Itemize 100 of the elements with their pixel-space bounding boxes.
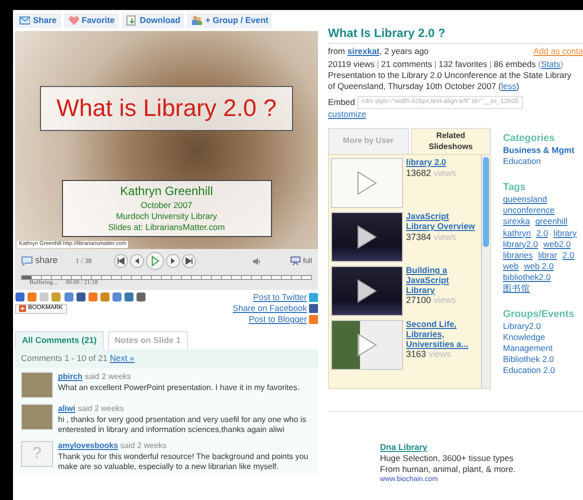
tag-link[interactable]: 2.0 (536, 228, 548, 239)
stat-text: 132 favorites (438, 58, 488, 69)
group-link[interactable]: Library2.0 (503, 320, 580, 332)
first-icon (114, 255, 127, 268)
stat-text: 20119 views (328, 58, 375, 69)
social-share-icon (100, 292, 110, 302)
views-label: views (434, 232, 456, 242)
tag-link[interactable]: 图书馆 (503, 282, 530, 294)
previous-button[interactable] (130, 254, 144, 268)
ad-title-link[interactable]: Dna Library (380, 442, 428, 452)
view-count: 37384 (406, 232, 432, 242)
speech-bubble-icon (21, 256, 33, 266)
download-icon (126, 15, 137, 26)
social-share-icon (112, 292, 122, 302)
slide-thumbnail[interactable] (331, 212, 403, 262)
comment-text: Thank you for this wonderful resource! The background and points you make are so valuable, especially to a new librarian like myself. (58, 452, 310, 473)
section-heading: Tags (503, 181, 527, 194)
view-count: 13682 (406, 168, 432, 178)
last-icon (183, 255, 196, 268)
slide-text: October 2007 (140, 200, 194, 211)
tag-link[interactable]: sirexka (503, 216, 530, 228)
category-link[interactable]: Business & Mgmt (503, 145, 580, 156)
group-link[interactable]: Knowledge Management (503, 332, 580, 354)
stats-link[interactable]: Stats (541, 58, 560, 69)
section-heading: Categories (503, 132, 556, 146)
share-link[interactable]: Post to Blogger (248, 314, 307, 326)
play-icon (356, 278, 378, 304)
slide-text: Slides at: LibrariansMatter.com (107, 222, 226, 233)
scrollbar[interactable] (481, 155, 490, 388)
social-share-icon (76, 292, 86, 302)
comments-summary: Comments 1 - 10 of 21 (21, 353, 108, 364)
slideshow-link[interactable]: JavaScript Library Overview (406, 212, 479, 232)
avatar-photo-placeholder (21, 404, 53, 430)
last-button[interactable] (182, 254, 196, 268)
slideshow-link[interactable]: Second Life, Libraries, Universities a... (406, 320, 479, 350)
author-line: from sirexkat, 2 years ago (328, 46, 429, 57)
slide-thumbnail[interactable] (331, 266, 403, 316)
comments-tab[interactable]: All Comments (21) (15, 331, 104, 350)
tag-link[interactable]: library (553, 228, 577, 239)
slide-text: Kathryn Greenhill (119, 184, 214, 200)
group-link[interactable]: Bibliothek 2.0 (503, 354, 580, 365)
tag-link[interactable]: 2.0 (562, 250, 574, 261)
slideshow-link[interactable]: library 2.0 (406, 158, 456, 168)
description: Presentation to the Library 2.0 Unconference at the State Library of Queensland, Thursday 10th October 2007 (less) (328, 70, 572, 92)
views-label: views (434, 295, 456, 306)
comment-text: What an excellent PowerPoint presentation. I have it in my favorites. (58, 382, 300, 393)
group-button[interactable]: + Group / Event (187, 13, 272, 28)
comment-time: said 2 weeks (78, 404, 124, 414)
progress-track[interactable] (21, 275, 312, 280)
slideshow-link[interactable]: Building a JavaScript Library (406, 266, 479, 296)
favorite-button[interactable]: Favorite (64, 13, 119, 28)
speaker-icon (252, 256, 262, 266)
author-link[interactable]: sirexkat (347, 46, 380, 56)
tag-link[interactable]: bibliothek2.0 (503, 272, 551, 283)
tag-link[interactable]: unconference (503, 205, 555, 216)
embed-label: Embed (328, 96, 355, 108)
question-mark-avatar: ? (21, 441, 53, 468)
social-share-icon (136, 292, 146, 302)
category-link[interactable]: Education (503, 156, 580, 168)
related-tab[interactable]: Related Slideshows (410, 128, 491, 154)
username-link[interactable]: pbirch (58, 372, 82, 382)
views-label: views (434, 168, 456, 178)
tag-link[interactable]: greenhill (535, 216, 568, 228)
next-button[interactable] (166, 254, 180, 268)
share-button[interactable]: Share (15, 13, 61, 28)
play-button[interactable] (146, 252, 164, 270)
slide-thumbnail[interactable] (331, 158, 403, 208)
heart-icon (68, 15, 79, 26)
share-link[interactable]: Post to Twitter (253, 292, 307, 304)
slide-title: What is Library 2.0 ? (40, 86, 293, 132)
tag-link[interactable]: librar (538, 250, 558, 261)
comment-text: hi , thanks for very good prsentation and very usefil for any one who is enterested in library and information sciences,thanks again aliwi (58, 414, 308, 436)
share-button[interactable]: share (21, 255, 58, 267)
tag-link[interactable]: library2.0 (503, 238, 538, 250)
social-share-icon (51, 292, 62, 302)
view-count: 3163 (406, 349, 426, 360)
next-link[interactable]: Next » (110, 353, 134, 364)
tag-link[interactable]: web (503, 260, 519, 272)
less-link[interactable]: less (501, 80, 516, 91)
tag-link[interactable]: queensland (503, 194, 547, 206)
share-link[interactable]: Share on Facebook (232, 303, 307, 314)
group-link[interactable]: Education 2.0 (503, 364, 580, 376)
separator: | (433, 58, 438, 69)
play-icon (356, 332, 378, 358)
slide-thumbnail[interactable] (331, 320, 403, 370)
first-button[interactable] (114, 254, 128, 268)
screen-icon (290, 256, 301, 266)
slideshow-title: What Is Library 2.0 ? (328, 26, 583, 44)
tag-link[interactable]: libraries (503, 250, 533, 261)
customize-link[interactable]: customize (328, 108, 366, 119)
download-button[interactable]: Download (122, 13, 184, 28)
tag-link[interactable]: web2.0 (543, 238, 571, 250)
username-link[interactable]: amylovesbooks (58, 441, 118, 450)
tag-link[interactable]: kathryn (503, 228, 531, 239)
parenthesis: ( (538, 58, 542, 69)
username-link[interactable]: aliwi (58, 404, 76, 414)
envelope-icon (19, 15, 30, 26)
social-share-icon (64, 292, 74, 302)
social-share-icon (27, 292, 38, 302)
tag-link[interactable]: web 2.0 (524, 260, 554, 272)
